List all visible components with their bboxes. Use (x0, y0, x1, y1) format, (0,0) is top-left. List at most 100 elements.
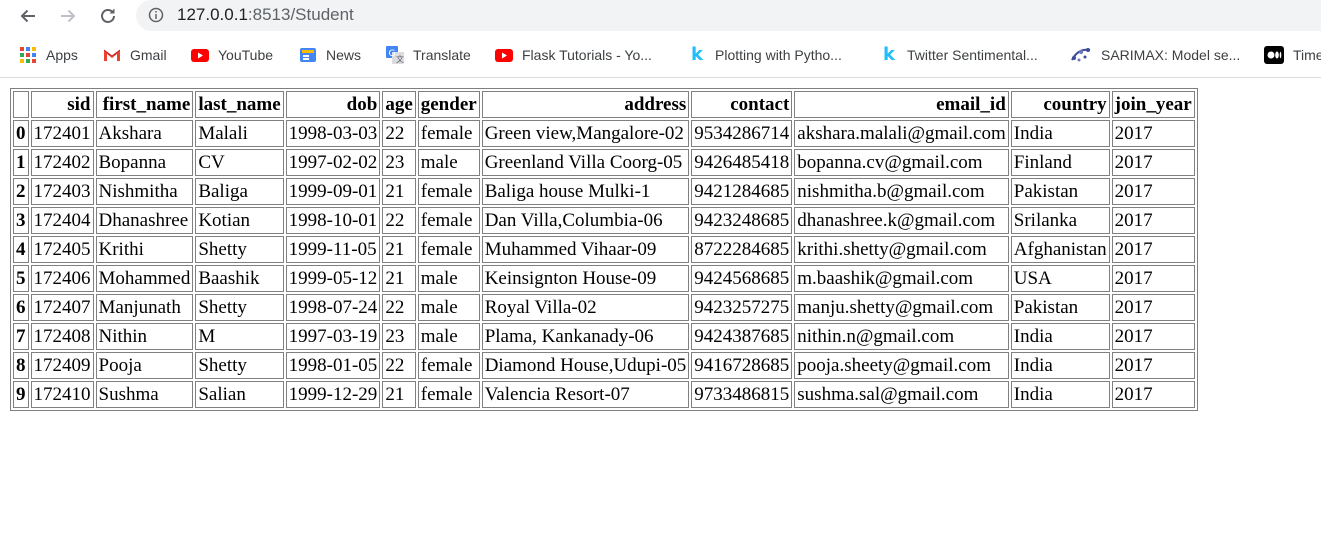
table-row: 5 172406 Mohammed Baashik 1999-05-12 21 male Ke… (13, 265, 1195, 292)
cell-address: Valencia Resort-07 (481, 381, 690, 408)
cell-row-index: 8 (13, 352, 29, 379)
cell-gender: male (417, 294, 480, 321)
cell-address: Greenland Villa Coorg-05 (481, 149, 690, 176)
table-row: 6 172407 Manjunath Shetty 1998-07-24 22 male Ro… (13, 294, 1195, 321)
cell-age: 22 (382, 120, 416, 147)
bookmark-sarimax[interactable]: SARIMAX: Model se... (1070, 42, 1240, 68)
cell-country: India (1010, 352, 1110, 379)
cell-dob: 1997-03-19 (285, 323, 381, 350)
cell-contact: 9423248685 (691, 207, 793, 234)
bookmark-translate[interactable]: G文 Translate (386, 42, 471, 68)
cell-country: USA (1010, 265, 1110, 292)
bookmark-time[interactable]: Time (1264, 42, 1321, 68)
cell-gender: male (417, 149, 480, 176)
table-header-row: sid first_name last_name dob age gender addres… (13, 91, 1195, 118)
bookmark-plotting-with-python[interactable]: k Plotting with Pytho... (688, 42, 842, 68)
cell-age: 23 (382, 149, 416, 176)
bookmark-apps[interactable]: Apps (19, 42, 78, 68)
column-header-address: address (481, 91, 690, 118)
table-row: 8 172409 Pooja Shetty 1998-01-05 22 female Diam… (13, 352, 1195, 379)
cell-country: Srilanka (1010, 207, 1110, 234)
cell-country: Pakistan (1010, 294, 1110, 321)
cell-first-name: Nithin (95, 323, 194, 350)
back-button[interactable] (14, 2, 42, 30)
column-header-age: age (382, 91, 416, 118)
bookmark-youtube[interactable]: YouTube (191, 42, 273, 68)
reload-icon (101, 8, 115, 23)
bookmark-label: Apps (46, 47, 78, 63)
svg-text:文: 文 (396, 54, 404, 64)
cell-gender: female (417, 236, 480, 263)
cell-address: Diamond House,Udupi-05 (481, 352, 690, 379)
cell-sid: 172401 (30, 120, 94, 147)
cell-contact: 9416728685 (691, 352, 793, 379)
cell-contact: 9424387685 (691, 323, 793, 350)
cell-first-name: Sushma (95, 381, 194, 408)
cell-age: 22 (382, 207, 416, 234)
cell-email-id: m.baashik@gmail.com (794, 265, 1009, 292)
reload-button[interactable] (94, 2, 122, 30)
cell-address: Green view,Mangalore-02 (481, 120, 690, 147)
cell-address: Plama, Kankanady-06 (481, 323, 690, 350)
cell-first-name: Akshara (95, 120, 194, 147)
cell-first-name: Manjunath (95, 294, 194, 321)
medium-icon (1264, 46, 1284, 64)
cell-dob: 1999-05-12 (285, 265, 381, 292)
url-text[interactable]: 127.0.0.1:8513/Student (177, 5, 354, 25)
info-icon[interactable] (148, 7, 164, 23)
cell-gender: female (417, 352, 480, 379)
bookmark-news[interactable]: News (299, 42, 361, 68)
cell-email-id: dhanashree.k@gmail.com (794, 207, 1009, 234)
cell-row-index: 1 (13, 149, 29, 176)
cell-gender: female (417, 120, 480, 147)
cell-country: Finland (1010, 149, 1110, 176)
cell-email-id: sushma.sal@gmail.com (794, 381, 1009, 408)
forward-button[interactable] (54, 2, 82, 30)
gmail-icon (103, 46, 121, 64)
cell-row-index: 7 (13, 323, 29, 350)
cell-last-name: Shetty (195, 352, 284, 379)
url-path: :8513/Student (247, 5, 354, 24)
cell-last-name: Kotian (195, 207, 284, 234)
cell-row-index: 6 (13, 294, 29, 321)
arrow-right-icon (61, 9, 76, 23)
bookmark-twitter-sentimental[interactable]: k Twitter Sentimental... (880, 42, 1038, 68)
cell-join-year: 2017 (1111, 352, 1195, 379)
cell-gender: female (417, 178, 480, 205)
cell-dob: 1999-12-29 (285, 381, 381, 408)
cell-join-year: 2017 (1111, 178, 1195, 205)
cell-first-name: Pooja (95, 352, 194, 379)
student-table: sid first_name last_name dob age gender addres… (10, 88, 1198, 411)
cell-last-name: Baliga (195, 178, 284, 205)
cell-age: 22 (382, 352, 416, 379)
cell-join-year: 2017 (1111, 381, 1195, 408)
bookmark-label: Gmail (130, 47, 167, 63)
cell-contact: 9424568685 (691, 265, 793, 292)
cell-last-name: Shetty (195, 236, 284, 263)
bookmark-label: Translate (413, 47, 471, 63)
cell-sid: 172410 (30, 381, 94, 408)
column-header-last-name: last_name (195, 91, 284, 118)
index-column-header (13, 91, 29, 118)
cell-last-name: M (195, 323, 284, 350)
cell-sid: 172404 (30, 207, 94, 234)
cell-dob: 1999-11-05 (285, 236, 381, 263)
cell-address: Baliga house Mulki-1 (481, 178, 690, 205)
cell-join-year: 2017 (1111, 323, 1195, 350)
column-header-email-id: email_id (794, 91, 1009, 118)
bookmark-gmail[interactable]: Gmail (103, 42, 167, 68)
cell-gender: male (417, 323, 480, 350)
cell-first-name: Krithi (95, 236, 194, 263)
bookmark-label: News (326, 47, 362, 63)
address-bar[interactable]: 127.0.0.1:8513/Student (136, 0, 1321, 31)
cell-dob: 1998-01-05 (285, 352, 381, 379)
cell-address: Dan Villa,Columbia-06 (481, 207, 690, 234)
table-row: 9 172410 Sushma Salian 1999-12-29 21 female Val… (13, 381, 1195, 408)
column-header-country: country (1010, 91, 1110, 118)
cell-email-id: krithi.shetty@gmail.com (794, 236, 1009, 263)
column-header-gender: gender (417, 91, 480, 118)
youtube-icon (495, 46, 513, 64)
cell-first-name: Mohammed (95, 265, 194, 292)
bookmark-flask-tutorials[interactable]: Flask Tutorials - Yo... (495, 42, 652, 68)
table-row: 0 172401 Akshara Malali 1998-03-03 22 female Gr… (13, 120, 1195, 147)
